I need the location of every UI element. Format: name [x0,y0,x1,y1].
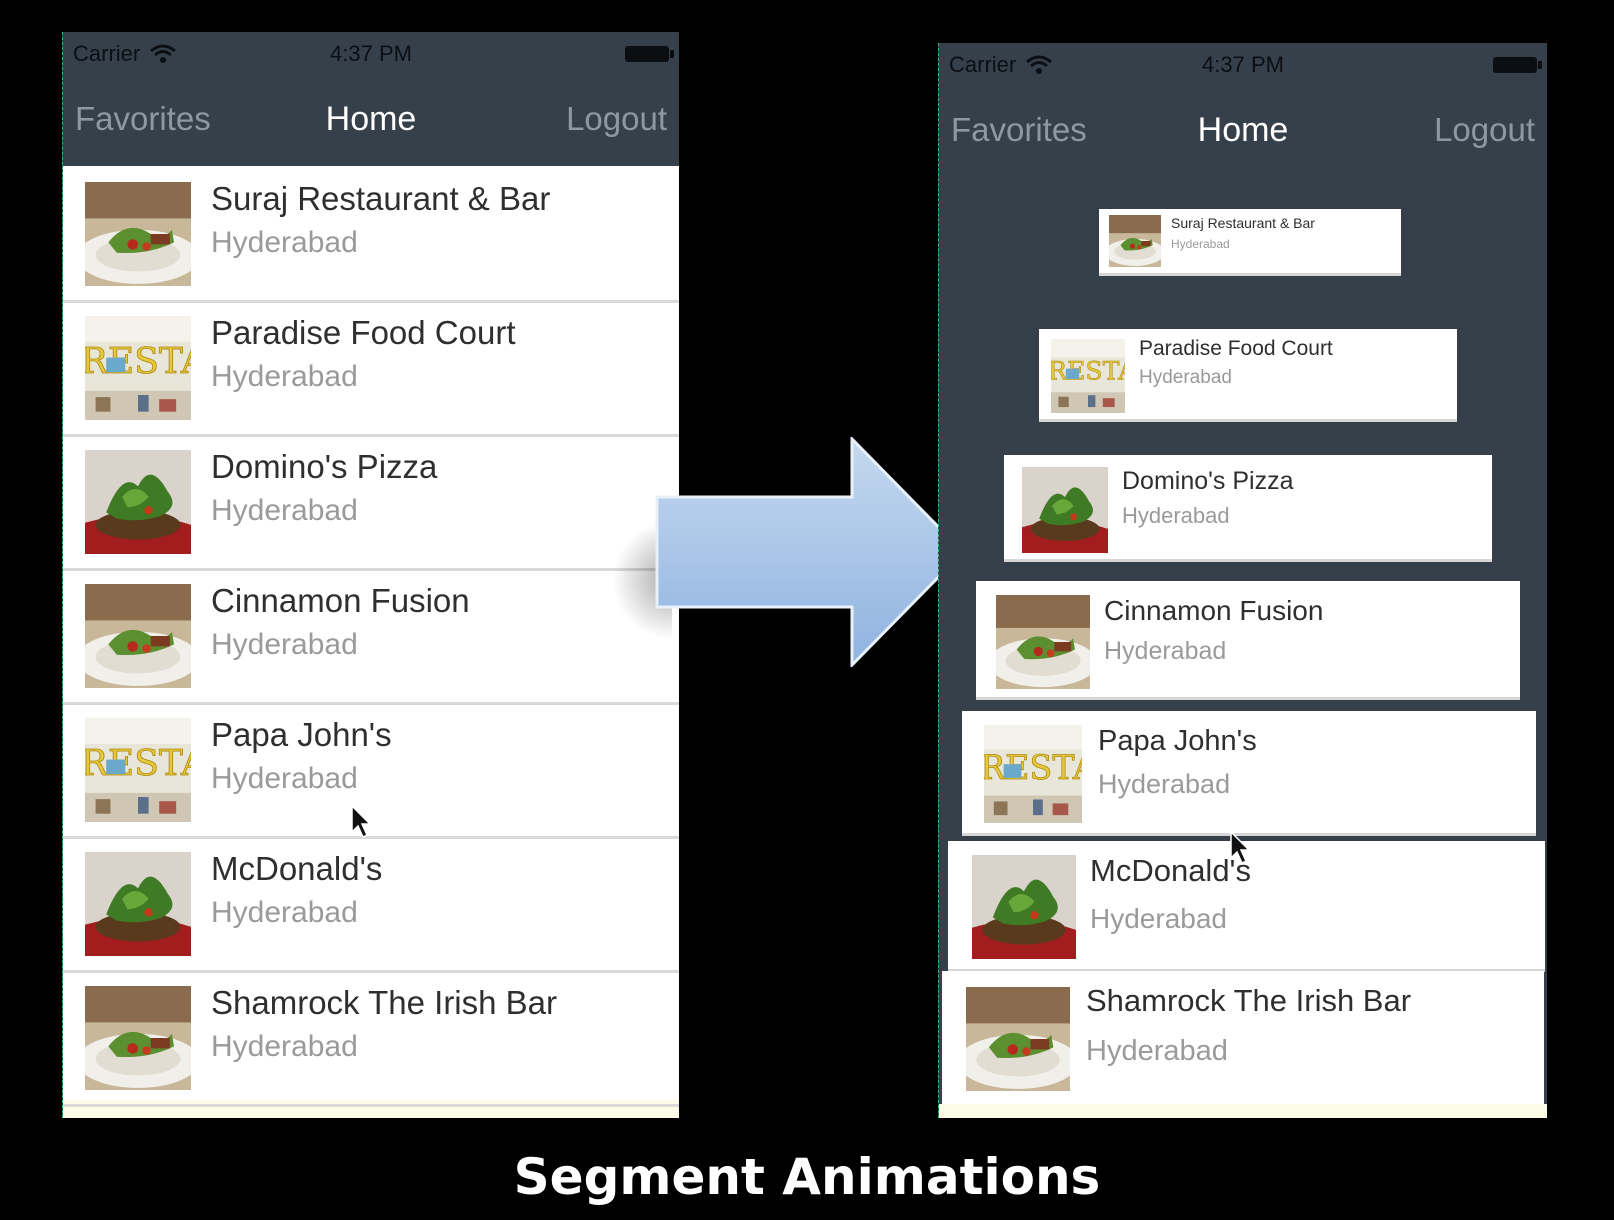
list-item[interactable]: Domino's Pizza Hyderabad [63,434,679,571]
restaurant-city: Hyderabad [1139,367,1232,388]
restaurant-name: Papa John's [211,716,392,753]
restaurant-city: Hyderabad [1098,769,1231,799]
restaurant-thumbnail [1022,467,1108,553]
restaurant-name: Paradise Food Court [211,314,516,351]
restaurant-name: Domino's Pizza [1122,467,1294,495]
restaurant-city: Hyderabad [1171,237,1230,251]
status-time: 4:37 PM [1202,52,1284,77]
restaurant-name: Shamrock The Irish Bar [211,984,558,1021]
restaurant-city: Hyderabad [211,1030,358,1063]
list-item[interactable]: Domino's Pizza Hyderabad [1004,455,1492,562]
restaurant-thumbnail [1051,339,1125,413]
status-bar: Carrier 4:37 PM [63,32,679,76]
phone-left: Carrier 4:37 PM Favorites Home Logout Su… [62,32,679,1118]
restaurant-city: Hyderabad [1104,637,1227,665]
nav-bar: Favorites Home Logout [63,76,679,166]
list-item[interactable]: Suraj Restaurant & Bar Hyderabad [63,166,679,303]
battery-icon [1493,57,1542,73]
list-item[interactable]: Suraj Restaurant & Bar Hyderabad [1099,209,1401,276]
restaurant-name: Papa John's [1098,725,1257,757]
restaurant-thumbnail [85,182,191,286]
right-arrow-icon [655,437,966,667]
restaurant-thumbnail [85,584,191,688]
status-time: 4:37 PM [330,41,412,66]
list-item[interactable]: Cinnamon Fusion Hyderabad [63,568,679,705]
restaurant-city: Hyderabad [211,226,358,259]
restaurant-city: Hyderabad [1122,503,1230,528]
restaurant-thumbnail [85,852,191,956]
restaurant-city: Hyderabad [211,494,358,527]
restaurant-thumbnail [85,718,191,822]
restaurant-list[interactable]: Suraj Restaurant & Bar Hyderabad Paradise … [63,166,679,1118]
restaurant-name: Cinnamon Fusion [1104,595,1324,626]
restaurant-name: Suraj Restaurant & Bar [211,180,551,217]
restaurant-city: Hyderabad [1086,1035,1228,1067]
mouse-pointer-icon [351,804,372,839]
restaurant-name: McDonald's [1090,853,1251,888]
restaurant-name: Paradise Food Court [1139,337,1333,360]
list-item[interactable]: McDonald's Hyderabad [63,836,679,973]
list-item[interactable]: Shamrock The Irish Bar Hyderabad [942,971,1544,1108]
list-item[interactable]: Paradise Food Court Hyderabad [63,300,679,437]
restaurant-name: Suraj Restaurant & Bar [1171,215,1315,231]
mouse-pointer-icon [1230,830,1251,865]
restaurant-thumbnail [996,595,1090,689]
restaurant-thumbnail [1109,215,1161,267]
restaurant-thumbnail [85,450,191,554]
list-item[interactable]: Shamrock The Irish Bar Hyderabad [63,970,679,1107]
restaurant-name: Domino's Pizza [211,448,438,485]
restaurant-city: Hyderabad [1090,903,1227,934]
restaurant-name: McDonald's [211,850,383,887]
restaurant-city: Hyderabad [211,896,358,929]
list-footer [939,1104,1547,1118]
restaurant-city: Hyderabad [211,762,358,795]
restaurant-thumbnail [984,725,1082,823]
caption: Segment Animations [513,1148,1101,1206]
list-item[interactable]: Cinnamon Fusion Hyderabad [976,581,1520,700]
status-bar: Carrier 4:37 PM [939,43,1547,87]
logout-button[interactable]: Logout [566,100,667,138]
restaurant-name: Shamrock The Irish Bar [1086,983,1412,1018]
battery-icon [625,46,674,62]
restaurant-name: Cinnamon Fusion [211,582,470,619]
phone-right: Carrier 4:37 PM Favorites Home Logout Su… [938,43,1547,1118]
restaurant-thumbnail [85,986,191,1090]
logout-button[interactable]: Logout [1434,111,1535,149]
nav-bar: Favorites Home Logout [939,87,1547,177]
restaurant-thumbnail [972,855,1076,959]
restaurant-thumbnail [966,987,1070,1091]
restaurant-city: Hyderabad [211,628,358,661]
restaurant-thumbnail [85,316,191,420]
list-item[interactable]: Paradise Food Court Hyderabad [1039,329,1457,422]
restaurant-city: Hyderabad [211,360,358,393]
list-item[interactable]: Papa John's Hyderabad [962,711,1536,836]
